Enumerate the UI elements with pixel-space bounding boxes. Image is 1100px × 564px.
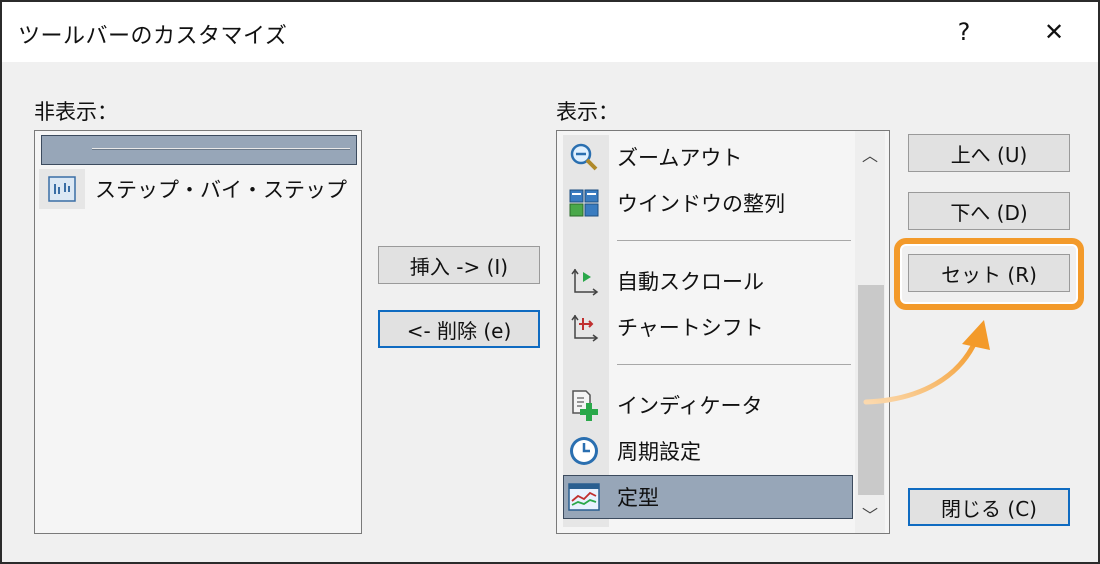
- shown-item-period[interactable]: 周期設定: [561, 431, 851, 471]
- separator-line: [617, 240, 851, 241]
- title-bar: ツールバーのカスタマイズ ? ✕: [2, 2, 1098, 62]
- shown-item-zoom-out[interactable]: ズームアウト: [561, 137, 851, 177]
- move-up-button[interactable]: 上へ (U): [908, 134, 1070, 172]
- close-window-button[interactable]: ✕: [1032, 12, 1076, 52]
- template-icon: [561, 477, 607, 517]
- help-icon: ?: [957, 18, 971, 46]
- list-item-label: 周期設定: [617, 440, 701, 464]
- hidden-separator-item-selected[interactable]: [41, 135, 357, 165]
- separator-line: [617, 364, 851, 365]
- shown-item-indicator[interactable]: インディケータ: [561, 385, 851, 425]
- help-button[interactable]: ?: [942, 12, 986, 52]
- close-icon: ✕: [1043, 18, 1065, 46]
- shown-list[interactable]: ズームアウト ウインドウの整列 自動スクロール チャートシフト インディケータ …: [556, 130, 890, 534]
- list-item-label: 自動スクロール: [617, 270, 764, 294]
- period-clock-icon: [561, 431, 607, 471]
- shown-item-tile-windows[interactable]: ウインドウの整列: [561, 183, 851, 223]
- chevron-down-icon: ﹀: [861, 506, 878, 525]
- separator-line: [92, 148, 350, 150]
- tile-windows-icon: [561, 183, 607, 223]
- shown-item-chart-shift[interactable]: チャートシフト: [561, 307, 851, 347]
- customize-toolbar-dialog: ツールバーのカスタマイズ ? ✕ 非表示： ステップ・バイ・ステップ 挿入 ->…: [0, 0, 1100, 564]
- move-down-button[interactable]: 下へ (D): [908, 192, 1070, 230]
- chart-shift-icon: [561, 307, 607, 347]
- list-item-label: 定型: [617, 486, 659, 510]
- shown-separator[interactable]: [561, 353, 851, 377]
- shown-separator[interactable]: [561, 229, 851, 253]
- hidden-item-step-by-step[interactable]: ステップ・バイ・ステップ: [39, 169, 359, 209]
- list-item-label: ウインドウの整列: [617, 192, 785, 216]
- list-item-label: ズームアウト: [617, 146, 743, 170]
- annotation-arrow: [863, 320, 990, 405]
- delete-button[interactable]: <- 削除 (e): [378, 310, 540, 348]
- chevron-up-icon: ︿: [861, 146, 878, 165]
- zoom-out-icon: [561, 137, 607, 177]
- shown-list-label: 表示：: [556, 100, 619, 124]
- scroll-down-button[interactable]: ﹀: [855, 499, 885, 529]
- window-title: ツールバーのカスタマイズ: [18, 24, 288, 49]
- auto-scroll-icon: [561, 261, 607, 301]
- close-dialog-button[interactable]: 閉じる (C): [908, 488, 1070, 526]
- set-button[interactable]: セット (R): [908, 254, 1070, 292]
- shown-item-auto-scroll[interactable]: 自動スクロール: [561, 261, 851, 301]
- list-item-label: チャートシフト: [617, 316, 764, 340]
- hidden-list[interactable]: ステップ・バイ・ステップ: [34, 130, 362, 534]
- scroll-up-button[interactable]: ︿: [855, 139, 885, 169]
- hidden-list-label: 非表示：: [34, 100, 118, 124]
- list-item-label: インディケータ: [617, 394, 763, 418]
- insert-button[interactable]: 挿入 -> (I): [378, 246, 540, 284]
- shown-item-template-selected[interactable]: 定型: [561, 477, 851, 517]
- indicator-add-icon: [561, 385, 607, 425]
- list-item-label: ステップ・バイ・ステップ: [95, 178, 347, 202]
- step-by-step-icon: [39, 169, 85, 209]
